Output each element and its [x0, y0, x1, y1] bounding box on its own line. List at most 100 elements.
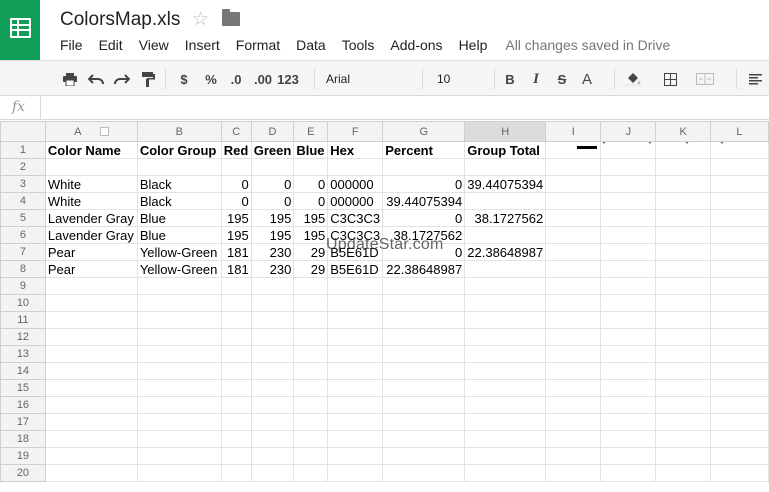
- cell[interactable]: 195: [250, 209, 295, 227]
- row-number[interactable]: 5: [0, 209, 46, 227]
- cell[interactable]: [600, 430, 657, 448]
- cell[interactable]: [136, 311, 222, 329]
- cell[interactable]: [655, 277, 711, 295]
- cell[interactable]: [600, 158, 657, 176]
- more-formats-button[interactable]: 123: [277, 68, 299, 90]
- cell[interactable]: [136, 413, 222, 431]
- save-status[interactable]: All changes saved in Drive: [505, 37, 670, 53]
- cell[interactable]: [709, 396, 769, 414]
- cell[interactable]: 195: [293, 209, 329, 227]
- cell[interactable]: [709, 158, 769, 176]
- column-header[interactable]: C: [220, 121, 252, 142]
- cell[interactable]: [655, 396, 711, 414]
- cell[interactable]: [327, 430, 384, 448]
- cell[interactable]: [464, 464, 547, 482]
- cell[interactable]: [136, 379, 222, 397]
- cell[interactable]: [655, 209, 711, 227]
- cell[interactable]: [382, 447, 466, 465]
- cell[interactable]: [382, 311, 466, 329]
- column-filter-icon[interactable]: [99, 127, 109, 137]
- cell[interactable]: [709, 260, 769, 278]
- cell[interactable]: [136, 447, 222, 465]
- borders-icon[interactable]: [662, 68, 678, 90]
- cell[interactable]: [709, 328, 769, 346]
- row-number[interactable]: 20: [0, 464, 46, 482]
- cell[interactable]: [545, 396, 602, 414]
- cell[interactable]: [545, 345, 602, 363]
- cell[interactable]: [709, 209, 769, 227]
- cell[interactable]: Black: [136, 192, 222, 210]
- cell[interactable]: White: [44, 175, 138, 193]
- cell[interactable]: 230: [250, 243, 295, 261]
- print-icon[interactable]: [60, 68, 80, 90]
- increase-decimal-button[interactable]: .00: [252, 68, 274, 90]
- cell[interactable]: [545, 260, 602, 278]
- cell[interactable]: [44, 430, 138, 448]
- cell[interactable]: 0: [293, 192, 329, 210]
- cell[interactable]: 181: [220, 243, 252, 261]
- column-header[interactable]: F: [327, 121, 384, 142]
- cell[interactable]: [600, 464, 657, 482]
- menu-tools[interactable]: Tools: [342, 37, 375, 53]
- cell[interactable]: 0: [382, 209, 466, 227]
- cell[interactable]: 181: [220, 260, 252, 278]
- cell[interactable]: 22.38648987: [382, 260, 466, 278]
- cell[interactable]: [327, 396, 384, 414]
- cell[interactable]: 0: [250, 175, 295, 193]
- cell[interactable]: [44, 294, 138, 312]
- cell[interactable]: [709, 277, 769, 295]
- row-number[interactable]: 12: [0, 328, 46, 346]
- text-color-button[interactable]: A: [578, 68, 596, 90]
- cell[interactable]: [600, 260, 657, 278]
- cell[interactable]: 000000: [327, 175, 384, 193]
- cell[interactable]: [655, 362, 711, 380]
- cell[interactable]: [327, 294, 384, 312]
- cell[interactable]: [327, 328, 384, 346]
- cell[interactable]: 195: [250, 226, 295, 244]
- cell[interactable]: [220, 379, 252, 397]
- cell[interactable]: [44, 447, 138, 465]
- header-cell[interactable]: Percent: [382, 141, 466, 159]
- cell[interactable]: [600, 362, 657, 380]
- cell[interactable]: 38.1727562: [464, 209, 547, 227]
- cell[interactable]: [655, 243, 711, 261]
- cell[interactable]: [220, 158, 252, 176]
- header-cell[interactable]: Blue: [293, 141, 329, 159]
- column-header[interactable]: E: [293, 121, 329, 142]
- cell[interactable]: 0: [250, 192, 295, 210]
- cell[interactable]: [464, 379, 547, 397]
- cell[interactable]: [327, 311, 384, 329]
- menu-file[interactable]: File: [60, 37, 83, 53]
- cell[interactable]: [545, 243, 602, 261]
- merge-cells-icon[interactable]: [694, 68, 716, 90]
- cell[interactable]: [545, 413, 602, 431]
- formula-input[interactable]: [48, 100, 748, 116]
- cell[interactable]: [136, 294, 222, 312]
- cell[interactable]: [600, 175, 657, 193]
- cell[interactable]: [136, 328, 222, 346]
- cell[interactable]: [44, 413, 138, 431]
- cell[interactable]: [220, 413, 252, 431]
- cell[interactable]: Black: [136, 175, 222, 193]
- row-number[interactable]: 1: [0, 141, 46, 159]
- column-header[interactable]: G: [382, 121, 466, 142]
- cell[interactable]: [250, 294, 295, 312]
- cell[interactable]: [464, 447, 547, 465]
- menu-format[interactable]: Format: [236, 37, 280, 53]
- cell[interactable]: 195: [293, 226, 329, 244]
- cell[interactable]: [250, 311, 295, 329]
- cell[interactable]: [382, 413, 466, 431]
- cell[interactable]: [464, 362, 547, 380]
- menu-data[interactable]: Data: [296, 37, 326, 53]
- undo-icon[interactable]: [86, 68, 106, 90]
- cell[interactable]: [382, 430, 466, 448]
- cell[interactable]: [545, 311, 602, 329]
- cell[interactable]: [709, 430, 769, 448]
- cell[interactable]: [44, 396, 138, 414]
- cell[interactable]: [464, 311, 547, 329]
- cell[interactable]: [545, 226, 602, 244]
- row-number[interactable]: 2: [0, 158, 46, 176]
- cell[interactable]: [382, 294, 466, 312]
- cell[interactable]: [464, 158, 547, 176]
- cell[interactable]: [600, 141, 657, 159]
